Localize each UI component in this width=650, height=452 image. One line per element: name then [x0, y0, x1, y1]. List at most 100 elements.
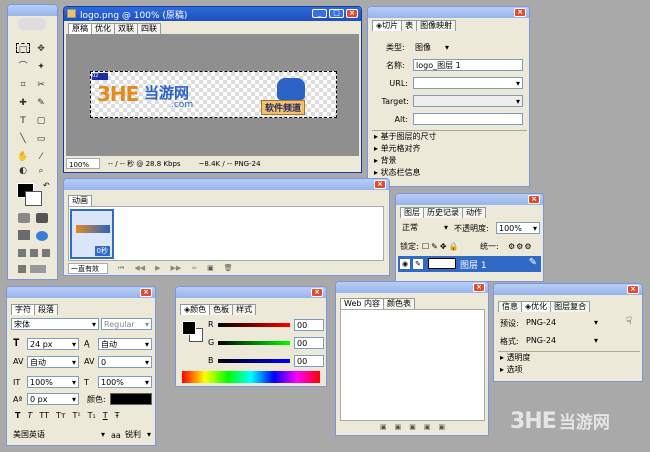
web-content-list[interactable] [340, 309, 485, 421]
animation-panel-titlebar[interactable]: × [64, 179, 389, 190]
section-status-info[interactable]: ▸ 状态栏信息 [374, 168, 421, 178]
view-option-5-icon[interactable] [30, 265, 46, 273]
prev-frame-icon[interactable]: ◀◀ [134, 263, 145, 274]
loop-select[interactable]: 一直有效 [68, 263, 108, 274]
view-option-2-icon[interactable] [30, 249, 38, 257]
toolbar-icon-5[interactable]: ▣ [439, 423, 446, 431]
vscale-input[interactable]: 100% [27, 376, 79, 388]
slice-tool-icon[interactable]: ✂ [34, 79, 48, 91]
download-speed[interactable]: -- / -- 秒 @ 28.8 Kbps [104, 158, 181, 170]
superscript-button[interactable]: T¹ [73, 411, 81, 420]
tracking-input[interactable]: 0 [98, 356, 152, 368]
strikethrough-button[interactable]: Ŧ [115, 411, 120, 420]
maximize-button[interactable]: □ [329, 9, 344, 18]
url-input[interactable] [413, 77, 523, 89]
r-slider[interactable] [218, 323, 290, 327]
tab-color[interactable]: ◈颜色 [180, 304, 211, 315]
g-slider[interactable] [218, 341, 290, 345]
slice-panel-titlebar[interactable]: × [368, 7, 529, 18]
close-icon[interactable]: × [528, 195, 540, 204]
crop-tool-icon[interactable]: ⌗ [16, 79, 30, 91]
format-select[interactable]: PNG-24 [524, 335, 600, 347]
view-option-icon[interactable] [18, 249, 26, 257]
optimize-menu-icon[interactable]: ☟ [626, 316, 632, 327]
optimize-panel-titlebar[interactable]: × [494, 284, 642, 295]
close-button[interactable]: × [346, 9, 358, 18]
close-icon[interactable]: × [473, 283, 485, 292]
layer-name[interactable]: 图层 1 [460, 258, 487, 271]
tab-paragraph[interactable]: 段落 [34, 304, 58, 315]
all-caps-button[interactable]: TT [39, 411, 49, 420]
tab-layer-comps[interactable]: 图层复合 [550, 301, 591, 312]
tab-4up[interactable]: 四联 [137, 23, 161, 34]
tab-info[interactable]: 信息 [498, 301, 522, 312]
first-frame-icon[interactable]: ⏮ [118, 263, 124, 274]
close-icon[interactable]: × [311, 288, 323, 297]
play-icon[interactable]: ▶ [155, 263, 160, 274]
heal-tool-icon[interactable]: ✚ [16, 97, 30, 109]
view-option-3-icon[interactable] [42, 249, 50, 257]
font-style-select[interactable]: Regular [101, 318, 152, 330]
section-transparency[interactable]: ▸ 透明度 [500, 353, 531, 363]
text-tool-icon[interactable]: T [16, 115, 30, 127]
toolbar-icon-4[interactable]: ▣ [424, 423, 431, 431]
unify-icons[interactable]: ⚙⚙⚙ [508, 242, 533, 252]
layer-style-icon[interactable]: ✎ [529, 257, 537, 268]
kerning-input[interactable]: 自动 [27, 356, 79, 368]
tab-image-map[interactable]: 图像映射 [416, 20, 457, 31]
small-caps-button[interactable]: Tт [56, 411, 66, 420]
delete-frame-icon[interactable]: 🗑 [224, 263, 233, 274]
frame-delay-label[interactable]: 0秒 [94, 246, 110, 256]
toolbar-icon-1[interactable]: ▣ [380, 423, 387, 431]
tab-styles[interactable]: 样式 [232, 304, 257, 315]
toolbox-titlebar[interactable] [8, 5, 57, 16]
new-frame-icon[interactable]: ▣ [207, 263, 214, 274]
animation-frame-1[interactable]: 0秒 [70, 209, 114, 259]
tab-animation[interactable]: 动画 [68, 195, 92, 206]
zoom-select[interactable]: 100% [66, 158, 101, 169]
font-family-select[interactable]: 宋体 [11, 318, 99, 330]
minimize-button[interactable]: _ [312, 9, 327, 18]
swap-colors-icon[interactable]: ↶ [43, 181, 50, 190]
section-options[interactable]: ▸ 选项 [500, 365, 523, 375]
preset-select[interactable]: PNG-24 [524, 317, 600, 329]
hand-tool-icon[interactable]: ✋ [16, 151, 30, 163]
tab-web-content[interactable]: Web 内容 [340, 298, 384, 309]
tab-table[interactable]: 表 [401, 20, 418, 31]
tab-color-table[interactable]: 颜色表 [382, 298, 415, 309]
close-icon[interactable]: × [627, 285, 639, 294]
b-input[interactable]: 00 [294, 355, 324, 367]
shape-tool-icon[interactable]: ▭ [34, 133, 48, 145]
character-panel-titlebar[interactable]: × [7, 287, 155, 298]
target-input[interactable] [413, 95, 523, 107]
canvas-area[interactable]: 02 3HE 当游网 .com 软件频道 [66, 34, 359, 156]
tween-icon[interactable]: ≈ [191, 263, 197, 274]
lasso-tool-icon[interactable]: ⌒ [16, 61, 30, 73]
close-icon[interactable]: × [140, 288, 152, 297]
tab-character[interactable]: 字符 [11, 304, 35, 315]
hscale-input[interactable]: 100% [98, 376, 152, 388]
b-slider[interactable] [218, 359, 290, 363]
leading-input[interactable]: 自动 [98, 338, 152, 350]
layers-panel-titlebar[interactable]: × [396, 194, 543, 205]
lock-icons[interactable]: ☐✎✥🔒 [422, 242, 461, 252]
slice-name-input[interactable]: logo_图层 1 [413, 59, 523, 71]
wand-tool-icon[interactable]: ✦ [34, 61, 48, 73]
type-select[interactable]: 图像 [413, 42, 451, 54]
tab-original[interactable]: 原稿 [68, 23, 92, 34]
tab-optimized[interactable]: 优化 [91, 23, 115, 34]
toolbar-icon-3[interactable]: ▣ [409, 423, 416, 431]
tab-2up[interactable]: 双联 [114, 23, 138, 34]
color-spectrum-bar[interactable] [182, 371, 320, 383]
file-size-info[interactable]: ~8.4K / -- PNG-24 [185, 158, 261, 170]
screen-mode-icon[interactable] [18, 230, 30, 240]
logo-image[interactable]: 02 3HE 当游网 .com 软件频道 [90, 71, 337, 118]
subscript-button[interactable]: T₁ [88, 411, 96, 420]
g-input[interactable]: 00 [294, 337, 324, 349]
background-color-swatch[interactable] [25, 191, 42, 206]
zoom-tool-icon[interactable]: ⌕ [34, 165, 48, 177]
r-input[interactable]: 00 [294, 319, 324, 331]
web-content-titlebar[interactable]: × [336, 282, 488, 293]
toolbar-icon-2[interactable]: ▣ [395, 423, 402, 431]
color-panel-titlebar[interactable]: × [176, 287, 326, 298]
